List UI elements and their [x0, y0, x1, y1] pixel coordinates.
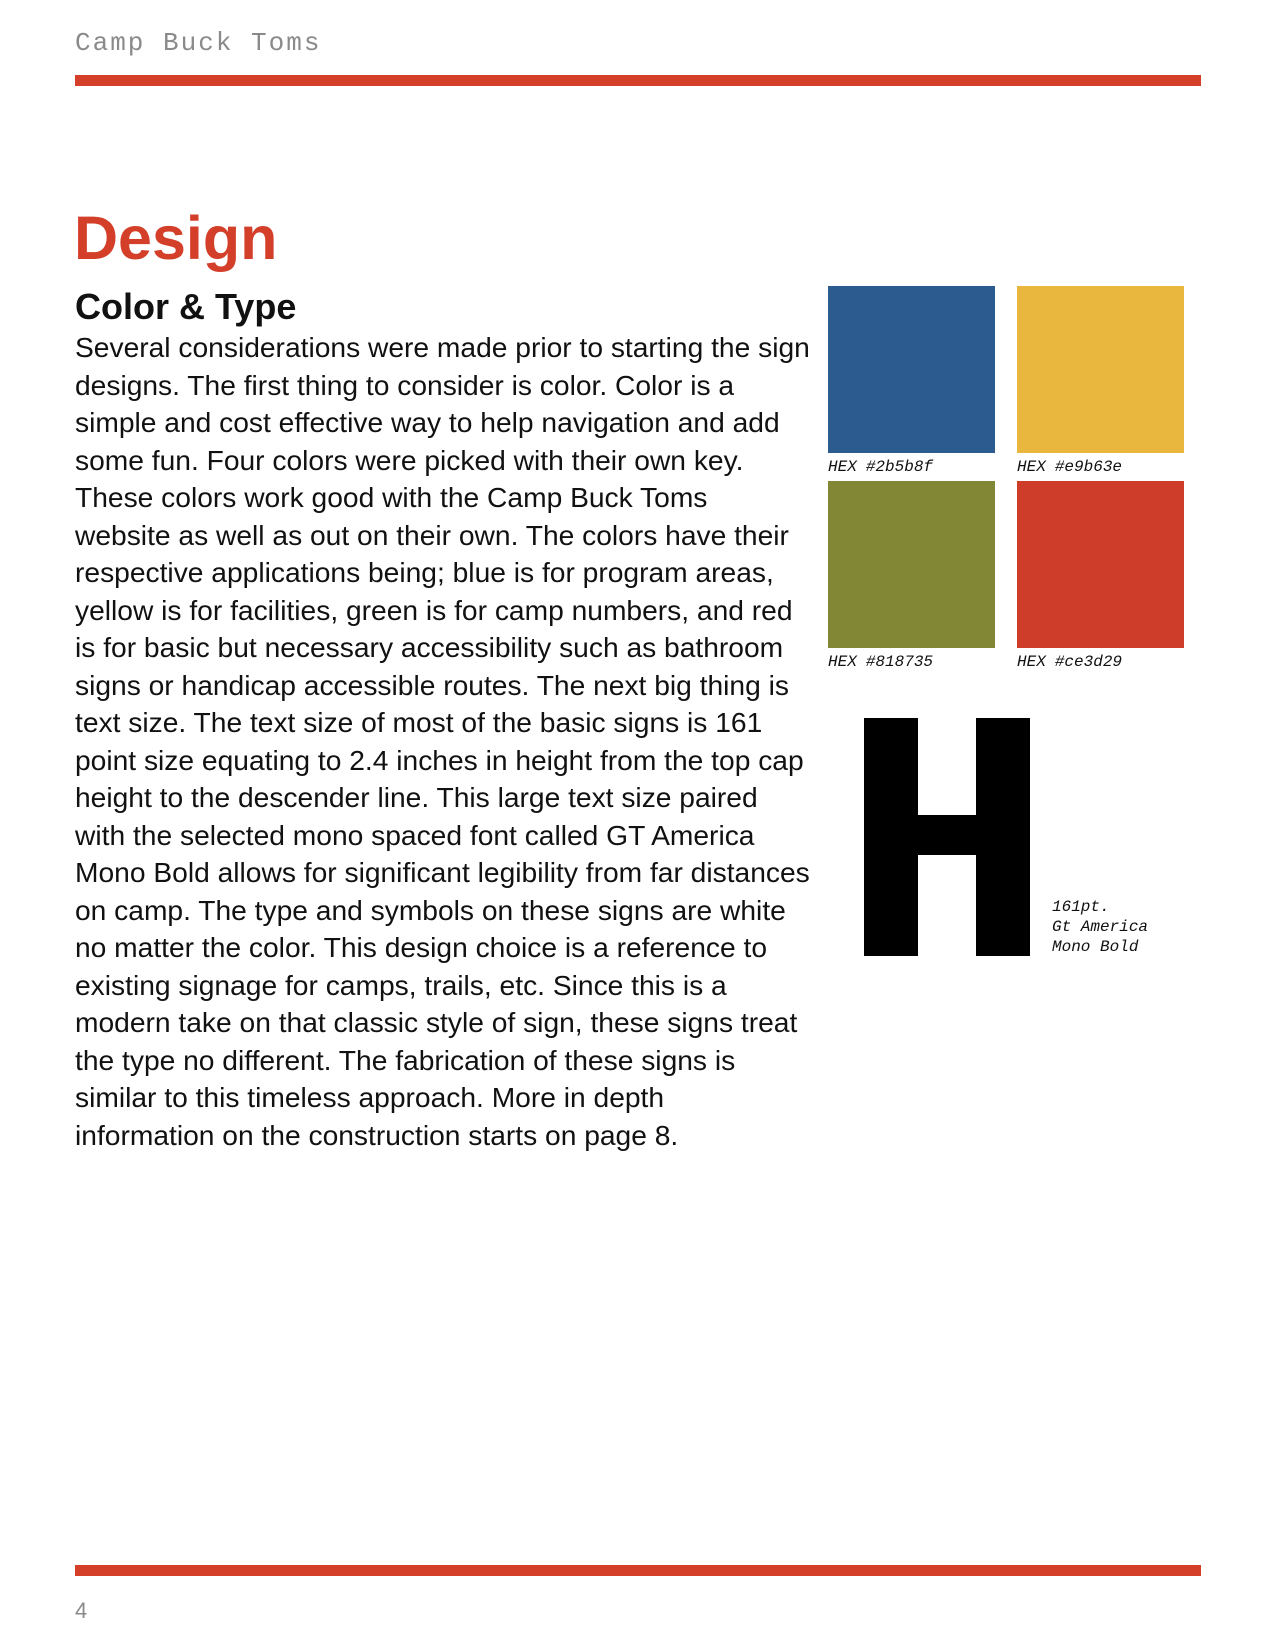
running-head: Camp Buck Toms — [75, 28, 322, 58]
page-number: 4 — [75, 1598, 88, 1623]
hex-code: HEX #ce3d29 — [1017, 653, 1123, 671]
swatch-chip — [828, 481, 995, 648]
footer-rule — [75, 1565, 1201, 1576]
hex-code: HEX #e9b63e — [1017, 458, 1123, 476]
section-title: Color & Type — [75, 286, 297, 327]
header-rule — [75, 75, 1201, 86]
type-specimen-h-glyph: H — [864, 718, 1030, 956]
body-paragraph: Several considerations were made prior t… — [75, 331, 810, 1151]
page-title: Design — [74, 204, 278, 272]
hex-code: HEX #818735 — [828, 653, 934, 671]
swatch-chip — [828, 286, 995, 453]
hex-code: HEX #2b5b8f — [828, 458, 934, 476]
swatch-blue: HEX #2b5b8f — [828, 286, 995, 476]
swatch-chip — [1017, 481, 1184, 648]
swatch-red: HEX #ce3d29 — [1017, 481, 1184, 671]
swatch-green: HEX #818735 — [828, 481, 995, 671]
type-specimen-caption: 161pt. Gt America Mono Bold — [1052, 898, 1149, 956]
swatch-chip — [1017, 286, 1184, 453]
swatch-yellow: HEX #e9b63e — [1017, 286, 1184, 476]
